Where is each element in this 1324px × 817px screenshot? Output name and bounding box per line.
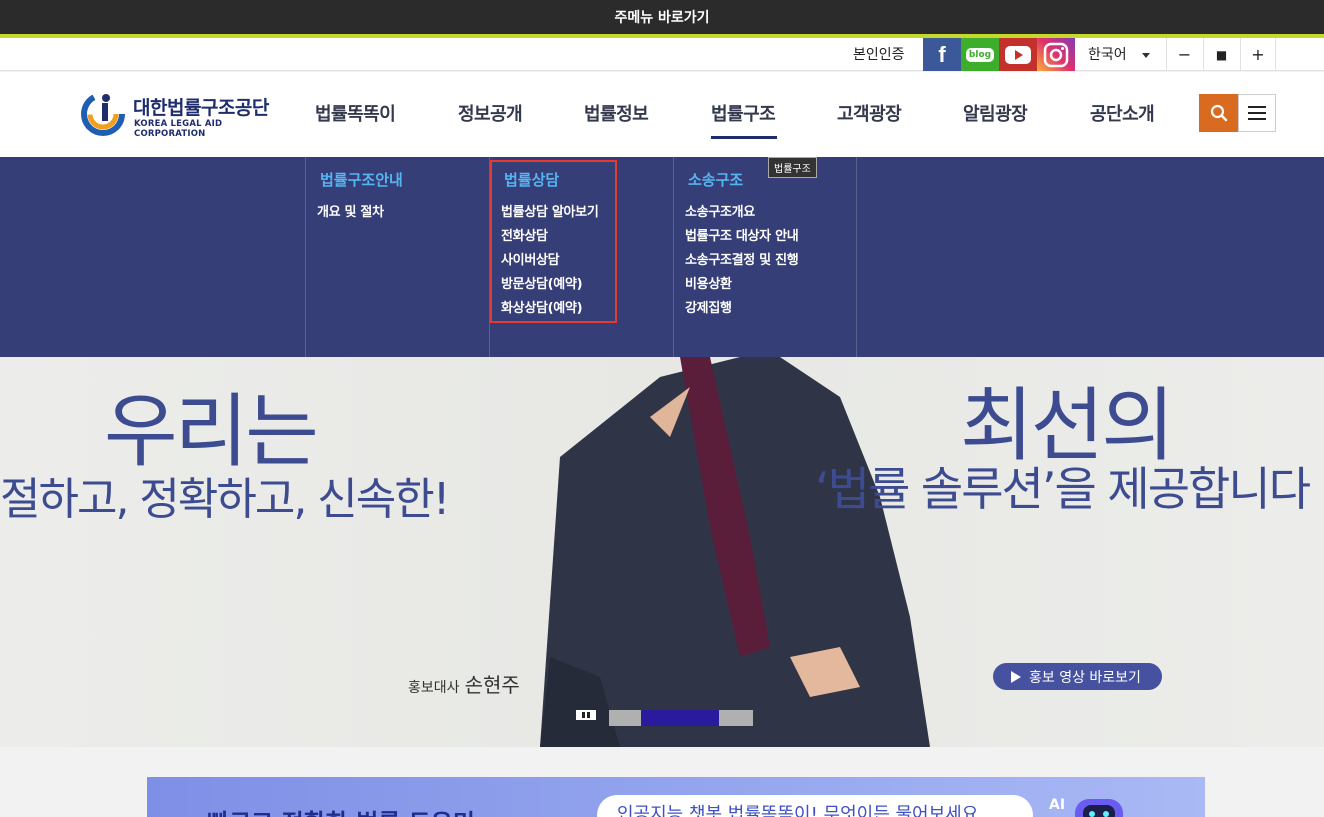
blog-glyph: blog	[965, 47, 995, 62]
nav-legal-aid[interactable]: 법률구조	[711, 100, 776, 126]
menu-title-legal-aid-guide[interactable]: 법률구조안내	[320, 169, 403, 190]
menu-item-overview-procedure[interactable]: 개요 및 절차	[317, 204, 384, 228]
blog-icon[interactable]: blog	[961, 38, 999, 71]
promo-video-label: 홍보 영상 바로보기	[1029, 669, 1141, 686]
logo-english-name: KOREA LEGAL AID CORPORATION	[134, 119, 223, 139]
ai-chatbot-banner: 빠르고 정확한 법률 도우미 인공지능 챗봇 법률똑똑이! 무엇이든 물어보세요…	[147, 777, 1205, 817]
hero-subheading-left: 절하고, 정확하고, 신속한!	[0, 474, 450, 525]
promo-video-button[interactable]: 홍보 영상 바로보기	[993, 663, 1162, 690]
highlight-box	[490, 160, 617, 323]
ambassador-label: 홍보대사	[408, 680, 460, 696]
language-select[interactable]: 한국어	[1088, 44, 1127, 64]
menu-item-litigation-overview[interactable]: 소송구조개요	[685, 204, 798, 228]
nav-about-corporation[interactable]: 공단소개	[1090, 100, 1155, 126]
robot-icon[interactable]	[1071, 789, 1127, 817]
slide-pause-button[interactable]	[576, 710, 596, 720]
hero-subheading-right: ‘법률 솔루션’을 제공합니다	[815, 462, 1311, 516]
search-button[interactable]	[1199, 94, 1238, 132]
zoom-in-button[interactable]: +	[1240, 38, 1276, 71]
hamburger-line	[1248, 118, 1266, 120]
nav-tooltip: 법률구조	[768, 157, 817, 178]
banner-headline: 빠르고 정확한 법률 도우미	[207, 803, 475, 817]
identity-verification-link[interactable]: 본인인증	[853, 44, 905, 64]
menu-item-eligibility-guide[interactable]: 법률구조 대상자 안내	[685, 228, 799, 252]
instagram-glyph	[1043, 42, 1069, 67]
search-icon	[1210, 104, 1227, 122]
logo-emblem-icon	[81, 92, 125, 136]
skip-to-main-menu-link[interactable]: 주메뉴 바로가기	[0, 0, 1324, 38]
menu-column-legal-aid-guide: 법률구조안내 개요 및 절차	[305, 157, 489, 357]
menu-list: 소송구조개요 법률구조 대상자 안내 소송구조결정 및 진행 비용상환 강제집행	[685, 204, 799, 324]
menu-item-compulsory-execution[interactable]: 강제집행	[685, 300, 798, 324]
hamburger-line	[1248, 106, 1266, 108]
all-menu-button[interactable]	[1238, 94, 1276, 132]
nav-legal-smart[interactable]: 법률똑똑이	[315, 100, 396, 126]
site-logo[interactable]: 대한법률구조공단 KOREA LEGAL AID CORPORATION	[80, 88, 280, 139]
youtube-glyph	[1005, 45, 1031, 64]
menu-item-decision-progress[interactable]: 소송구조결정 및 진행	[685, 252, 799, 276]
facebook-icon[interactable]: f	[923, 38, 961, 71]
nav-notice-plaza[interactable]: 알림광장	[963, 100, 1028, 126]
caret-down-icon[interactable]	[1142, 53, 1150, 58]
nav-legal-information[interactable]: 법률정보	[584, 100, 649, 126]
ai-label: AI	[1049, 797, 1066, 813]
play-icon	[1011, 670, 1021, 683]
menu-list: 개요 및 절차	[317, 204, 384, 228]
logo-korean-name: 대한법률구조공단	[133, 97, 269, 119]
hero-banner: 우리는 절하고, 정확하고, 신속한! 최선의 ‘법률 솔루션’을 제공합니다 …	[0, 357, 1324, 747]
menu-title-litigation-aid[interactable]: 소송구조	[688, 169, 743, 190]
facebook-glyph: f	[938, 41, 946, 67]
ambassador-photo	[540, 357, 930, 747]
hamburger-line	[1248, 112, 1266, 114]
zoom-out-button[interactable]: −	[1166, 38, 1202, 71]
menu-item-cost-repayment[interactable]: 비용상환	[685, 276, 798, 300]
nav-customer-plaza[interactable]: 고객광장	[837, 100, 902, 126]
pause-icon	[587, 712, 590, 718]
nav-information-disclosure[interactable]: 정보공개	[458, 100, 523, 126]
ambassador-name: 손현주	[464, 673, 520, 697]
nav-active-indicator	[711, 136, 777, 139]
menu-column-litigation-aid: 소송구조 소송구조개요 법률구조 대상자 안내 소송구조결정 및 진행 비용상환…	[673, 157, 857, 357]
slide-progress-fill	[641, 710, 719, 726]
slide-progress-bar[interactable]	[609, 710, 753, 726]
legal-aid-dropdown-menu: 법률구조안내 개요 및 절차 법률상담 법률상담 알아보기 전화상담 사이버상담…	[0, 157, 1324, 357]
main-header: 대한법률구조공단 KOREA LEGAL AID CORPORATION 법률똑…	[0, 72, 1324, 157]
pause-icon	[582, 712, 585, 718]
youtube-icon[interactable]	[999, 38, 1037, 71]
instagram-icon[interactable]	[1037, 38, 1075, 71]
utility-bar: 본인인증 f blog 한국어 − ■ +	[0, 38, 1324, 71]
ambassador-caption: 홍보대사 손현주	[408, 669, 520, 698]
zoom-reset-button[interactable]: ■	[1203, 38, 1239, 71]
chatbot-question-input[interactable]: 인공지능 챗봇 법률똑똑이! 무엇이든 물어보세요.	[597, 795, 1033, 817]
